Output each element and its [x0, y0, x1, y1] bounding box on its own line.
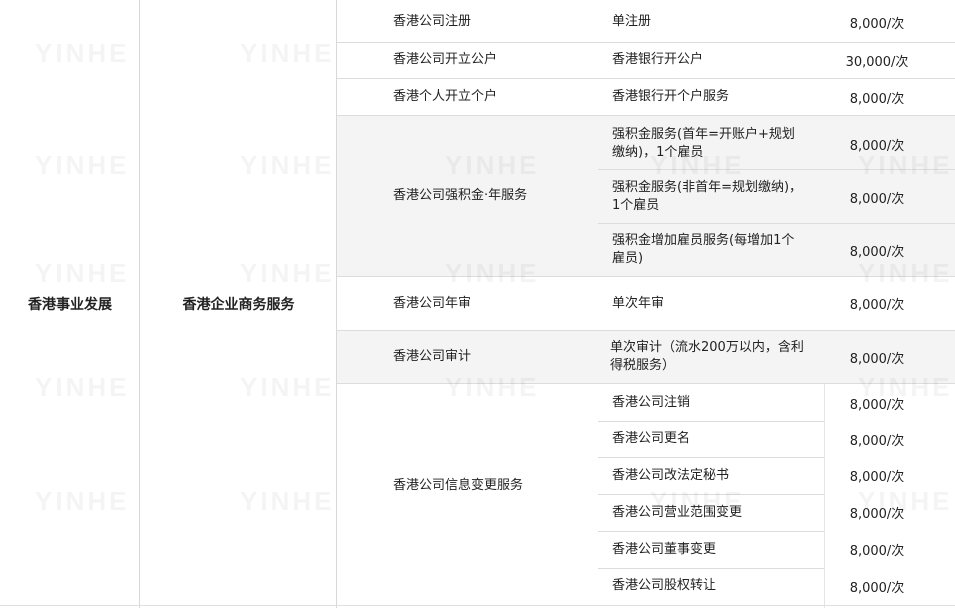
service-name: 香港公司强积金·年服务 [393, 188, 528, 203]
service-name: 香港公司信息变更服务 [393, 478, 524, 493]
service-item: 单次年审 [612, 295, 665, 311]
service-item: 香港公司营业范围变更 [612, 504, 743, 520]
service-name: 香港公司审计 [393, 349, 472, 364]
service-item: 强积金服务(首年=开账户+规划缴纳)，1个雇员 [612, 127, 795, 160]
divider [336, 0, 337, 608]
divider [824, 384, 825, 608]
service-price: 8,000/次 [849, 397, 905, 413]
service-price: 8,000/次 [849, 91, 905, 107]
service-item: 香港公司更名 [612, 431, 691, 446]
service-item: 香港银行开公户 [612, 52, 704, 67]
service-item: 单次审计（流水200万以内，含利得税服务） [610, 340, 804, 373]
category-level1: 香港事业发展 [0, 0, 140, 608]
service-price: 8,000/次 [849, 298, 905, 313]
service-item: 香港公司改法定秘书 [612, 467, 730, 483]
service-item: 香港银行开个户服务 [612, 89, 730, 104]
service-name: 香港个人开立个户 [393, 89, 498, 104]
service-price: 8,000/次 [849, 507, 905, 522]
service-name: 香港公司开立公户 [393, 52, 498, 67]
service-name: 香港公司注册 [393, 14, 472, 29]
service-item: 强积金服务(非首年=规划缴纳)，1个雇员 [612, 180, 803, 213]
price-table: 香港事业发展 香港企业商务服务 香港公司注册 单注册 8,000/次 香港公司开… [0, 0, 955, 608]
category-level2-label: 香港企业商务服务 [182, 297, 295, 313]
service-item: 强积金增加雇员服务(每增加1个雇员) [612, 233, 795, 266]
service-price: 8,000/次 [849, 244, 905, 260]
service-price: 30,000/次 [845, 54, 909, 70]
service-price: 8,000/次 [849, 191, 905, 207]
service-item: 单注册 [612, 14, 652, 29]
category-level1-label: 香港事业发展 [28, 297, 112, 313]
category-level2: 香港企业商务服务 [140, 0, 337, 608]
service-item: 香港公司股权转让 [612, 578, 717, 593]
divider [0, 605, 955, 606]
service-price: 8,000/次 [849, 16, 905, 32]
service-item: 香港公司董事变更 [612, 541, 717, 557]
service-price: 8,000/次 [849, 351, 905, 367]
service-name: 香港公司年审 [393, 295, 472, 311]
divider [139, 0, 140, 608]
service-price: 8,000/次 [849, 433, 905, 449]
service-price: 8,000/次 [849, 138, 905, 154]
service-price: 8,000/次 [849, 544, 905, 559]
service-item: 香港公司注销 [612, 395, 691, 410]
service-price: 8,000/次 [849, 580, 905, 596]
service-price: 8,000/次 [849, 470, 905, 485]
